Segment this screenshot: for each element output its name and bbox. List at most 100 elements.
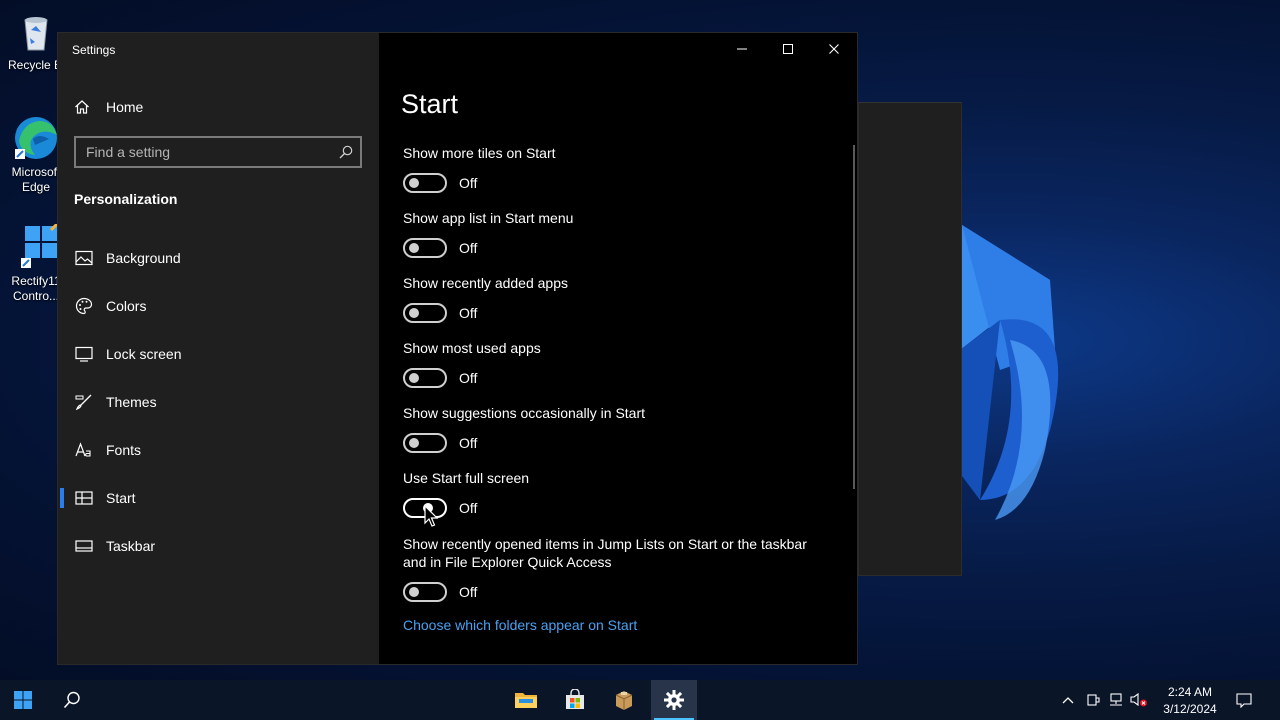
notifications-button[interactable] <box>1232 680 1256 720</box>
setting-show-more-tiles: Show more tiles on Start Off <box>403 144 823 193</box>
desktop-icon-label: Rectify11 <box>11 274 61 288</box>
file-explorer-button[interactable] <box>503 680 549 720</box>
sidebar-item-label: Taskbar <box>106 538 156 554</box>
toggle-state: Off <box>459 370 478 386</box>
desktop-icon-label: Microsoft <box>11 165 61 179</box>
recycle-bin-icon <box>13 8 59 54</box>
show-hidden-icons-button[interactable] <box>1058 680 1078 720</box>
toggle-state: Off <box>459 305 478 321</box>
search-input[interactable] <box>76 138 332 166</box>
device-icon <box>1087 694 1100 706</box>
search-box[interactable] <box>74 136 362 168</box>
toggle-switch[interactable] <box>403 433 447 453</box>
toggle-switch[interactable] <box>403 303 447 323</box>
search-button[interactable] <box>49 680 95 720</box>
close-icon <box>829 44 839 54</box>
clock-time: 2:24 AM <box>1167 685 1213 699</box>
monitor-icon <box>74 344 94 364</box>
choose-folders-link[interactable]: Choose which folders appear on Start <box>403 617 637 633</box>
setting-most-used: Show most used apps Off <box>403 339 823 388</box>
search-icon[interactable] <box>332 138 360 166</box>
desktop-icon-label-2: Contro... <box>12 289 60 303</box>
network-icon <box>1110 693 1122 706</box>
toggle-switch[interactable] <box>403 173 447 193</box>
volume-tray-button[interactable] <box>1129 680 1149 720</box>
sidebar-item-lock-screen[interactable]: Lock screen <box>58 330 379 378</box>
toggle-state: Off <box>459 500 478 516</box>
scrollbar[interactable] <box>853 145 855 489</box>
desktop-icon-label-2: Edge <box>21 180 51 194</box>
brush-icon <box>74 392 94 412</box>
setting-label: Show suggestions occasionally in Start <box>403 405 646 421</box>
chevron-up-icon <box>1062 697 1074 704</box>
window-controls <box>719 33 857 65</box>
background-window[interactable] <box>858 102 962 576</box>
setting-full-screen: Use Start full screen Off <box>403 469 823 518</box>
package-icon <box>615 691 633 710</box>
font-icon <box>74 440 94 460</box>
window-title: Settings <box>72 43 116 57</box>
palette-icon <box>74 296 94 316</box>
setting-jump-lists: Show recently opened items in Jump Lists… <box>403 535 823 602</box>
store-button[interactable] <box>552 680 598 720</box>
store-icon <box>566 689 584 709</box>
setting-label: Show recently added apps <box>403 275 568 291</box>
picture-icon <box>74 248 94 268</box>
gear-icon <box>664 690 684 710</box>
volume-muted-icon <box>1130 692 1147 707</box>
network-tray-button[interactable] <box>1106 680 1126 720</box>
toggle-switch[interactable] <box>403 582 447 602</box>
page-title: Start <box>401 89 459 119</box>
setting-recently-added: Show recently added apps Off <box>403 274 823 323</box>
settings-window: Settings Home Personalization Bac <box>57 32 858 665</box>
toggle-switch[interactable] <box>403 368 447 388</box>
windows-logo-icon <box>14 691 32 709</box>
toggle-state: Off <box>459 435 478 451</box>
sidebar-item-label: Background <box>106 250 181 266</box>
sidebar-item-label: Lock screen <box>106 346 182 362</box>
section-title: Personalization <box>74 191 178 207</box>
sidebar-item-label: Themes <box>106 394 157 410</box>
home-icon <box>75 100 89 114</box>
setting-label: Show more tiles on Start <box>403 145 556 161</box>
taskbar-icon <box>74 536 94 556</box>
minimize-button[interactable] <box>719 33 765 65</box>
folder-icon <box>515 693 537 708</box>
sidebar-item-colors[interactable]: Colors <box>58 282 379 330</box>
sidebar-item-fonts[interactable]: Fonts <box>58 426 379 474</box>
home-label: Home <box>106 99 144 115</box>
setting-label: Show most used apps <box>403 340 541 356</box>
clock-date: 3/12/2024 <box>1163 702 1217 716</box>
maximize-button[interactable] <box>765 33 811 65</box>
sidebar-item-themes[interactable]: Themes <box>58 378 379 426</box>
setting-label: Show app list in Start menu <box>403 210 574 226</box>
toggle-state: Off <box>459 175 478 191</box>
sidebar-item-taskbar[interactable]: Taskbar <box>58 522 379 570</box>
rectify-control-icon <box>13 222 59 270</box>
start-icon <box>74 488 94 508</box>
setting-suggestions: Show suggestions occasionally in Start O… <box>403 404 823 453</box>
settings-sidebar: Settings Home Personalization Bac <box>58 33 379 664</box>
start-button[interactable] <box>0 680 46 720</box>
sidebar-item-label: Colors <box>106 298 147 314</box>
taskbar-clock[interactable]: 2:24 AM 3/12/2024 <box>1154 684 1226 718</box>
setting-label: Show recently opened items in Jump Lists… <box>403 536 807 570</box>
taskbar: 2:24 AM 3/12/2024 <box>0 680 1280 720</box>
sidebar-item-start[interactable]: Start <box>58 474 379 522</box>
settings-taskbar-button[interactable] <box>651 680 697 720</box>
sidebar-item-background[interactable]: Background <box>58 234 379 282</box>
close-button[interactable] <box>811 33 857 65</box>
minimize-icon <box>737 48 747 50</box>
mouse-cursor-icon <box>424 505 439 527</box>
home-nav-item[interactable]: Home <box>74 96 143 118</box>
sidebar-item-label: Start <box>106 490 136 506</box>
device-tray-button[interactable] <box>1083 680 1103 720</box>
toggle-switch[interactable] <box>403 238 447 258</box>
app-package-button[interactable] <box>601 680 647 720</box>
edge-icon <box>13 115 59 161</box>
setting-label: Use Start full screen <box>403 470 530 486</box>
notification-icon <box>1236 693 1252 708</box>
search-icon <box>63 691 80 709</box>
toggle-state: Off <box>459 584 478 600</box>
setting-show-app-list: Show app list in Start menu Off <box>403 209 823 258</box>
